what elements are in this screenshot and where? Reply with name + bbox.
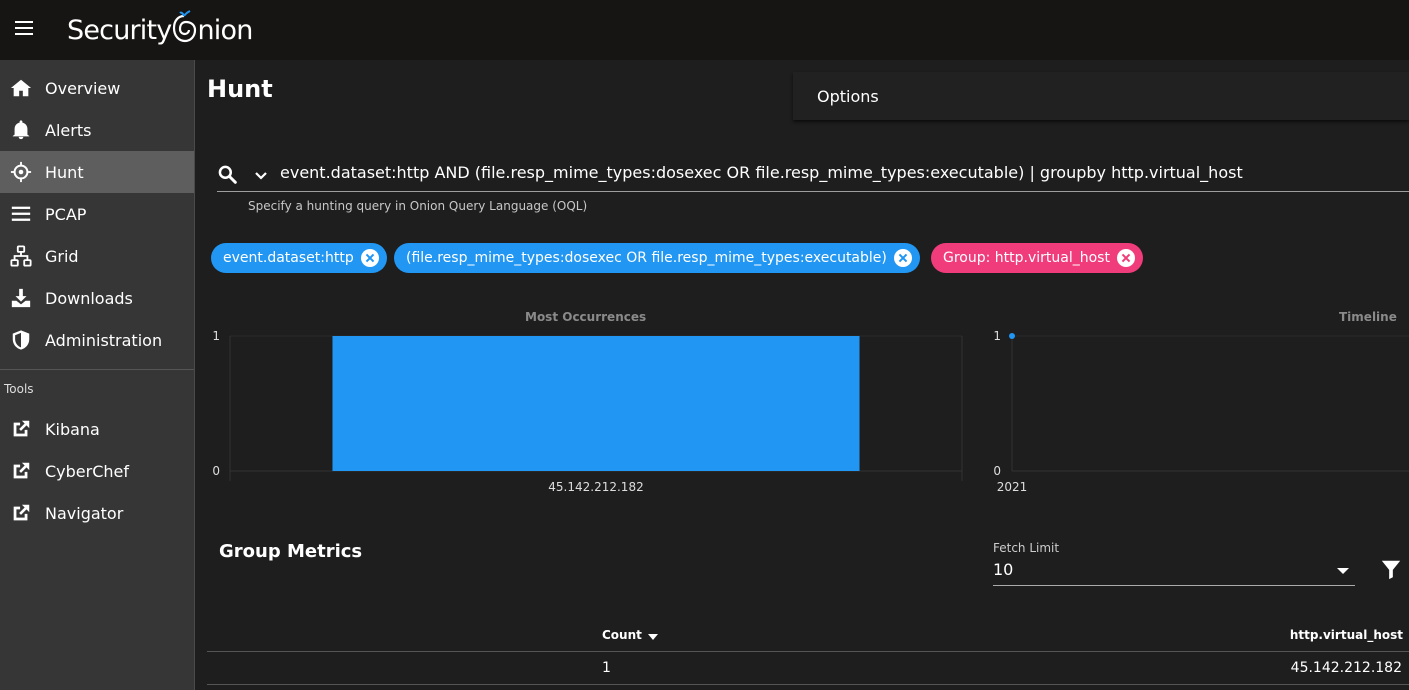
filter-chip[interactable]: event.dataset:http: [211, 243, 387, 273]
sidebar-item-downloads[interactable]: Downloads: [0, 277, 194, 319]
sidebar: Overview Alerts Hunt PCAP Grid Downloads…: [0, 60, 195, 690]
sidebar-item-grid[interactable]: Grid: [0, 235, 194, 277]
timeline-chart: 0 1 2021: [993, 329, 1409, 494]
y-tick-label: 0: [212, 464, 220, 478]
sort-desc-icon: [647, 633, 658, 640]
chevron-down-icon[interactable]: [253, 168, 269, 184]
main-content: Hunt Options event.dataset:http AND (fil…: [195, 60, 1409, 690]
table-header: Count http.virtual_host: [207, 620, 1409, 652]
logo-text: Security: [67, 15, 172, 46]
external-link-icon: [13, 462, 30, 479]
top-bar: Security nion: [0, 0, 1409, 60]
y-tick-label: 1: [993, 329, 1001, 343]
remove-chip-icon[interactable]: [893, 249, 912, 267]
sidebar-item-pcap[interactable]: PCAP: [0, 193, 194, 235]
group-metrics-title: Group Metrics: [219, 541, 363, 562]
onion-swirl-icon: [173, 10, 197, 43]
sidebar-item-navigator[interactable]: Navigator: [0, 492, 194, 534]
sidebar-item-label: Kibana: [45, 419, 100, 439]
options-panel-header[interactable]: Options: [793, 72, 1409, 120]
search-icon[interactable]: [217, 164, 237, 184]
query-bar: event.dataset:http AND (file.resp_mime_t…: [217, 158, 1409, 192]
remove-chip-icon[interactable]: [360, 249, 379, 267]
groupby-chip-label: Group: http.virtual_host: [943, 250, 1110, 266]
bell-icon: [12, 120, 30, 140]
home-icon: [10, 79, 32, 97]
external-link-icon: [13, 420, 30, 437]
page-title: Hunt: [207, 75, 273, 103]
sidebar-item-alerts[interactable]: Alerts: [0, 109, 194, 151]
sidebar-item-administration[interactable]: Administration: [0, 319, 194, 361]
logo-text-suffix: nion: [197, 15, 253, 46]
x-tick-label: 2021: [997, 480, 1028, 494]
filter-icon[interactable]: [1380, 558, 1402, 580]
remove-chip-icon[interactable]: [1116, 249, 1135, 267]
external-link-icon: [13, 504, 30, 521]
sidebar-item-label: CyberChef: [45, 461, 130, 481]
download-icon: [11, 288, 31, 308]
filter-chip-label: (file.resp_mime_types:dosexec OR file.re…: [406, 250, 887, 266]
crosshairs-icon: [10, 161, 32, 183]
sitemap-icon: [10, 245, 32, 267]
sidebar-item-hunt[interactable]: Hunt: [0, 151, 194, 193]
sidebar-item-label: Grid: [45, 246, 79, 266]
hunt-query-input[interactable]: event.dataset:http AND (file.resp_mime_t…: [280, 163, 1243, 182]
sidebar-item-kibana[interactable]: Kibana: [0, 408, 194, 450]
fetch-limit-select[interactable]: 10: [993, 558, 1355, 586]
sidebar-item-label: Downloads: [45, 288, 133, 308]
tools-section-label: Tools: [4, 382, 34, 396]
groupby-chip[interactable]: Group: http.virtual_host: [931, 243, 1143, 273]
list-icon: [11, 206, 31, 221]
sidebar-item-label: Overview: [45, 78, 121, 98]
table-row[interactable]: 1 45.142.212.182: [207, 652, 1409, 685]
cell-host[interactable]: 45.142.212.182: [1291, 660, 1402, 676]
x-tick-label: 45.142.212.182: [548, 480, 643, 494]
shield-icon: [12, 330, 30, 350]
column-header-host[interactable]: http.virtual_host: [1290, 628, 1403, 642]
data-point: [1009, 333, 1015, 339]
sidebar-item-label: Hunt: [45, 162, 84, 182]
column-header-label: Count: [602, 628, 642, 642]
column-header-count[interactable]: Count: [602, 628, 658, 642]
y-tick-label: 0: [993, 464, 1001, 478]
sidebar-item-cyberchef[interactable]: CyberChef: [0, 450, 194, 492]
fetch-limit-label: Fetch Limit: [993, 541, 1060, 555]
query-hint: Specify a hunting query in Onion Query L…: [248, 199, 588, 213]
sidebar-item-label: Alerts: [45, 120, 92, 140]
cell-count: 1: [602, 660, 611, 676]
sidebar-item-overview[interactable]: Overview: [0, 67, 194, 109]
bar: [332, 336, 860, 471]
y-tick-label: 1: [212, 329, 220, 343]
filter-chip-label: event.dataset:http: [223, 250, 354, 266]
dropdown-arrow-icon: [1337, 568, 1349, 574]
security-onion-logo[interactable]: Security nion: [67, 10, 253, 46]
fetch-limit-value: 10: [993, 560, 1014, 579]
sidebar-item-label: PCAP: [45, 204, 87, 224]
menu-icon[interactable]: [13, 18, 35, 40]
filter-chip[interactable]: (file.resp_mime_types:dosexec OR file.re…: [394, 243, 920, 273]
sidebar-item-label: Administration: [45, 330, 163, 350]
sidebar-item-label: Navigator: [45, 503, 124, 523]
most-occurrences-chart: 0 1 45.142.212.182: [212, 329, 963, 494]
